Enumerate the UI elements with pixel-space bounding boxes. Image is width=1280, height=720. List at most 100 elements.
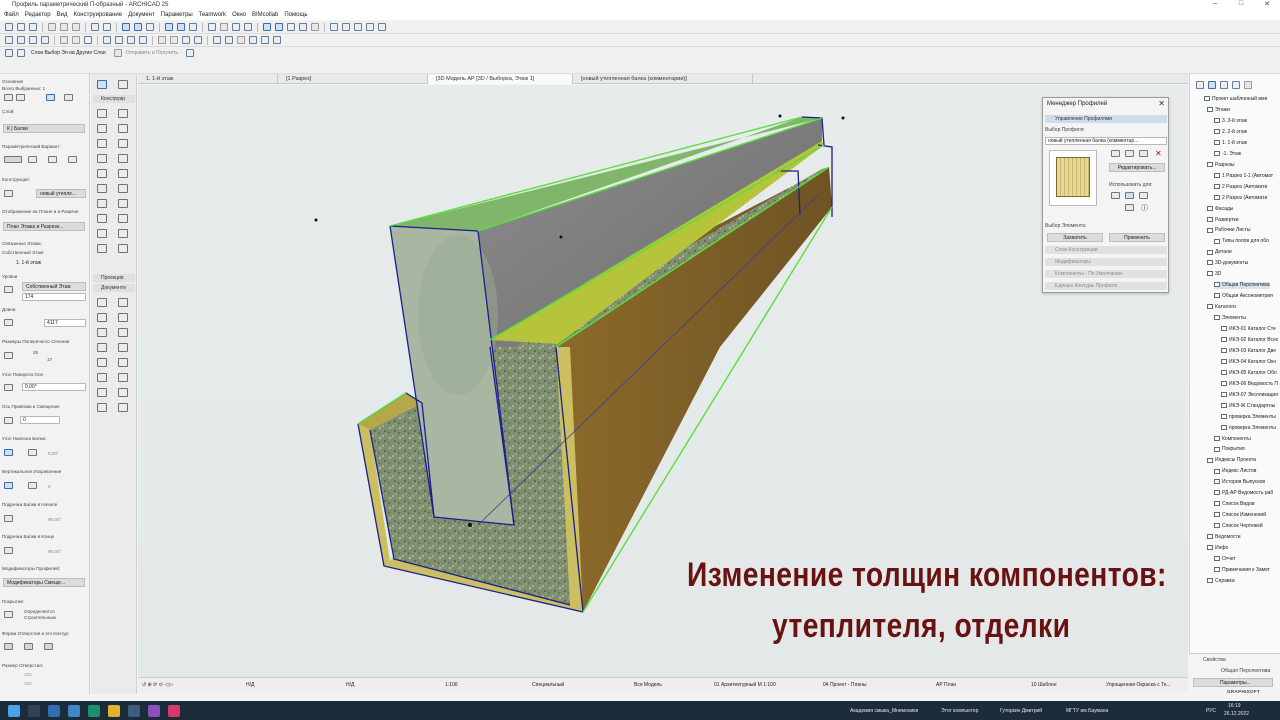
teams-icon[interactable] [148, 704, 160, 717]
navigator-item[interactable]: проверка Элементы [1221, 414, 1276, 421]
navigator-item[interactable]: Общая Перспектива [1214, 282, 1270, 290]
door-tool-icon[interactable] [118, 109, 128, 118]
opening-height[interactable]: 100 [24, 681, 32, 686]
dimension-tool-icon[interactable] [97, 298, 107, 307]
organizer-icon[interactable] [1244, 81, 1252, 89]
status-zoom-b[interactable]: Н/Д [346, 682, 354, 688]
pointer-icon[interactable] [232, 23, 240, 31]
section-modifiers[interactable]: Модификаторы [1045, 258, 1167, 266]
chrome-icon[interactable] [108, 704, 120, 717]
elevation-tool-icon[interactable] [97, 373, 107, 382]
status-ap[interactable]: АР План [936, 682, 956, 688]
capture-button[interactable]: Захватить [1047, 233, 1103, 242]
bring-front-icon[interactable] [182, 36, 190, 44]
end-cut-icon[interactable] [4, 547, 13, 554]
opening-tool-icon[interactable] [97, 244, 107, 253]
lamp-tool-icon[interactable] [118, 214, 128, 223]
status-render[interactable]: Упрощенная Окраска с Те... [1106, 682, 1171, 688]
publisher-icon[interactable] [1232, 81, 1240, 89]
print-icon[interactable] [29, 23, 37, 31]
view-group-header[interactable]: Проекция [93, 274, 135, 282]
arrow-tool-icon[interactable] [122, 23, 130, 31]
skylight-tool-icon[interactable] [118, 139, 128, 148]
navigator-item[interactable]: Индекс Листов [1214, 468, 1256, 475]
navigator-item[interactable]: Детали [1207, 249, 1232, 256]
arrow-tool-icon[interactable] [97, 80, 107, 89]
navigator-item[interactable]: Список Изменений [1214, 512, 1266, 519]
3d-viewport[interactable]: Изменение толщин компонентов: утеплителя… [138, 85, 1188, 677]
marquee-tool-icon[interactable] [134, 23, 142, 31]
grid-icon[interactable] [208, 23, 216, 31]
app-icon[interactable] [168, 704, 180, 717]
opening-round-icon[interactable] [24, 643, 33, 650]
navigator-item[interactable]: ИКЭ-03 Каталог Две [1221, 348, 1276, 355]
navigator-item[interactable]: Элементы [1214, 315, 1246, 322]
fill-tool-icon[interactable] [97, 328, 107, 337]
intersect-icon[interactable] [127, 36, 135, 44]
opening-width[interactable]: 100 [24, 672, 32, 677]
polyline-tool-icon[interactable] [118, 343, 128, 352]
level-input[interactable]: 174 [22, 293, 86, 301]
maximize-icon[interactable]: □ [1228, 0, 1254, 8]
navigator-item[interactable]: -1. Этаж [1214, 151, 1241, 158]
navigator-item[interactable]: РД-АР Ведомость раб [1214, 490, 1273, 497]
opening-rect-icon[interactable] [4, 643, 13, 650]
profile-type-icon[interactable] [4, 190, 13, 197]
menu-view[interactable]: Вид [57, 12, 68, 18]
construction-select[interactable]: новый утепле... [36, 189, 86, 198]
layer-settings-icon[interactable] [5, 49, 13, 57]
explorer-icon[interactable] [128, 704, 140, 717]
open-icon[interactable] [5, 23, 13, 31]
navigator-root[interactable]: Проект шаблонный имя [1204, 96, 1267, 103]
layer-combo-icon[interactable] [17, 49, 25, 57]
member-tool-icon[interactable] [118, 244, 128, 253]
navigator-item[interactable]: Развертки [1207, 217, 1239, 224]
navigator-item[interactable]: ИКЭ-01 Каталог Сте [1221, 326, 1276, 333]
renovation-icon[interactable] [249, 36, 257, 44]
redo-icon[interactable] [103, 23, 111, 31]
section-contours[interactable]: Единые Контуры Профиля [1045, 282, 1167, 290]
curtain-wall-tool-icon[interactable] [118, 154, 128, 163]
docs-group-header[interactable]: Документи [93, 284, 135, 292]
variant-b-icon[interactable] [48, 156, 57, 163]
mesh-tool-icon[interactable] [97, 199, 107, 208]
variant-c-icon[interactable] [68, 156, 77, 163]
length-input[interactable]: 4117 [44, 319, 86, 327]
menu-window[interactable]: Окно [232, 12, 246, 18]
menu-teamwork[interactable]: Teamwork [199, 12, 226, 18]
level-reference-select[interactable]: Собственный Этаж [22, 282, 86, 291]
navigator-item[interactable]: Список Видов [1214, 501, 1255, 508]
taskbar-lang[interactable]: РУС [1206, 708, 1216, 714]
section-construction-layers[interactable]: Слои Конструкции [1045, 246, 1167, 254]
view-map-icon[interactable] [1208, 81, 1216, 89]
start-cut-value[interactable]: 90,00° [48, 517, 61, 522]
status-special[interactable]: Специальный [532, 682, 564, 688]
lock-icon[interactable] [244, 23, 252, 31]
save-icon[interactable] [17, 23, 25, 31]
modifiers-select[interactable]: Модификаторы Смеще... [3, 578, 85, 587]
taskbar-app2[interactable]: Этот компьютер [941, 708, 978, 714]
label-tool-icon[interactable] [118, 313, 128, 322]
layer-select[interactable]: К | Балки [3, 124, 85, 133]
profile-select[interactable]: новый утепленная балка (комментар... [1045, 137, 1167, 145]
menu-design[interactable]: Конструирование [73, 12, 122, 18]
arched-curve-icon[interactable] [28, 482, 37, 489]
equipment-tool-icon[interactable] [118, 229, 128, 238]
arc-tool-icon[interactable] [97, 343, 107, 352]
covering-value[interactable]: Определяется Строительным [24, 609, 86, 621]
section-components[interactable]: Компоненты - По Умолчанию [1045, 270, 1167, 278]
worksheet-tool-icon[interactable] [97, 388, 107, 397]
grid-tool-icon[interactable] [118, 388, 128, 397]
detail-icon[interactable] [354, 23, 362, 31]
navigator-item[interactable]: История Выпусков [1214, 479, 1265, 486]
send-receive-label[interactable]: Отправить и Получить [126, 50, 178, 56]
navigator-item[interactable]: Каталоги [1207, 304, 1236, 311]
horizontal-beam-icon[interactable] [4, 449, 13, 456]
copy-icon[interactable] [60, 23, 68, 31]
navigator-item[interactable]: ИКЭ-Ж Стандартны [1221, 403, 1275, 410]
rotate-icon[interactable] [17, 36, 25, 44]
straight-curve-icon[interactable] [4, 482, 13, 489]
project-map-icon[interactable] [1196, 81, 1204, 89]
status-nav-icons[interactable]: ↺ ⊕ ⟳ ⊙ ◁ ▷ [142, 682, 173, 688]
navigator-item[interactable]: ИКЭ-04 Каталог Окн [1221, 359, 1276, 366]
